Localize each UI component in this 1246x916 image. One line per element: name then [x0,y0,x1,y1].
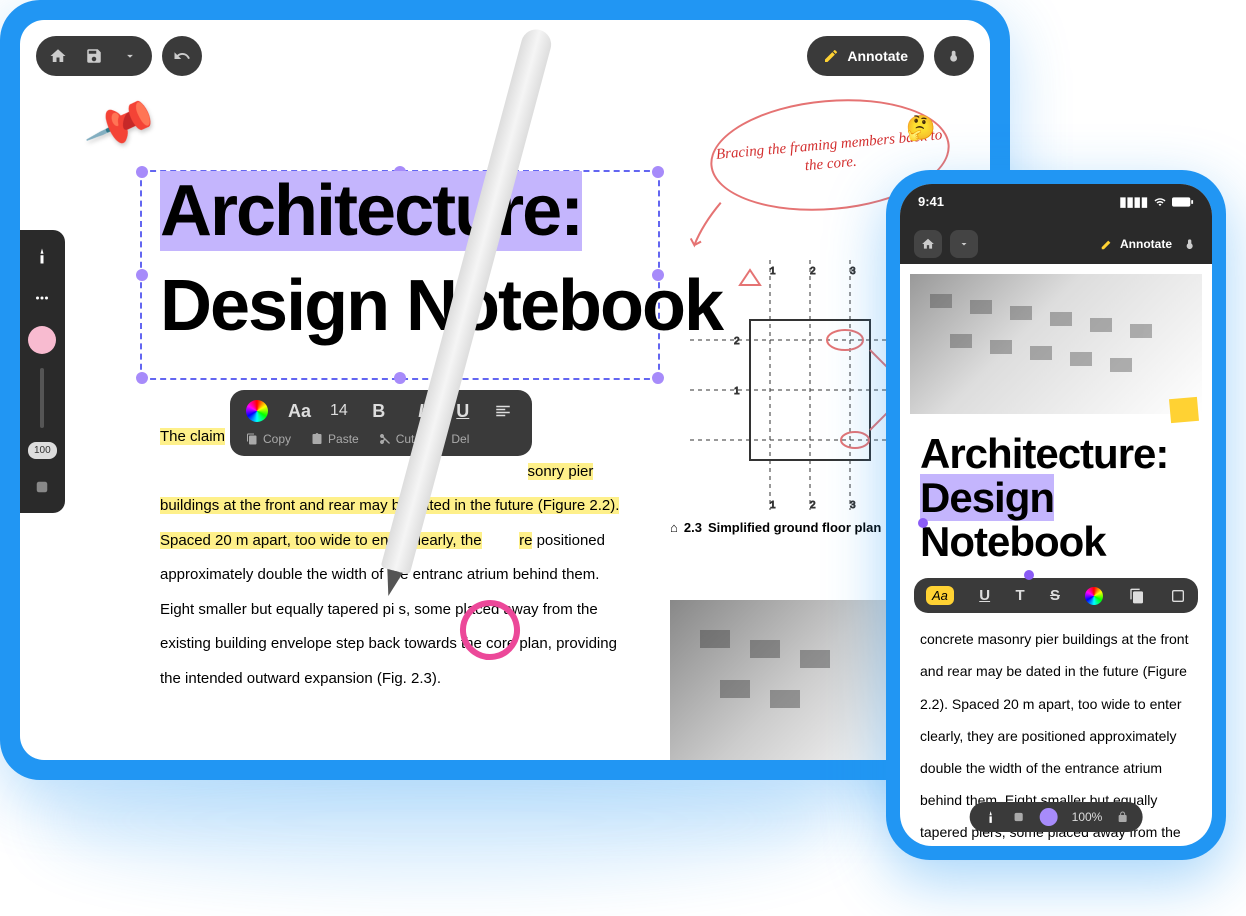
lock-icon[interactable] [1116,811,1128,823]
eraser-tool-icon[interactable] [28,473,56,501]
sticky-note-icon [1169,397,1199,423]
phone-device: 9:41 ▮▮▮▮ [886,170,1226,860]
pen-tool-icon[interactable] [28,242,56,270]
color-picker-icon[interactable] [1085,587,1103,605]
eraser-tool-icon[interactable] [1012,810,1026,824]
document-subtitle[interactable]: Design Notebook [900,476,1212,572]
document-title[interactable]: Architecture: [900,424,1212,476]
status-time: 9:41 [918,194,944,209]
more-icon[interactable] [1170,588,1186,604]
text-button[interactable]: T [1015,587,1024,604]
svg-text:1: 1 [770,500,776,510]
touch-mode-button[interactable] [1182,236,1198,252]
signal-icon: ▮▮▮▮ [1119,194,1148,210]
selection-handle[interactable] [652,166,664,178]
pencil-icon [823,48,839,64]
color-picker-icon[interactable] [246,400,268,422]
wifi-icon [1152,196,1168,208]
phone-format-toolbar: Aa U T S [914,578,1198,613]
nav-pill [36,36,152,76]
selection-handle[interactable] [136,269,148,281]
underline-button[interactable]: U [979,587,990,604]
chevron-down-icon[interactable] [950,230,978,258]
selection-handle[interactable] [136,166,148,178]
selection-handle[interactable] [652,372,664,384]
dots-tool-icon[interactable] [28,284,56,312]
svg-text:3: 3 [850,500,856,510]
zoom-level[interactable]: 100 [28,442,57,459]
bold-button[interactable]: B [368,401,390,422]
svg-text:1: 1 [770,266,776,277]
home-icon[interactable] [914,230,942,258]
pushpin-icon: 📌 [82,86,161,163]
svg-text:1: 1 [734,386,740,397]
font-family-button[interactable]: Aa [288,401,310,422]
align-button[interactable] [494,402,516,420]
phone-toolbar: Annotate [900,224,1212,264]
annotate-button[interactable]: Annotate [1100,237,1172,251]
phone-bottom-toolbar: 100% [970,802,1143,832]
phone-screen: 9:41 ▮▮▮▮ [900,184,1212,846]
purple-color-tool[interactable] [1040,808,1058,826]
tablet-toolbar-left [36,36,202,76]
save-icon[interactable] [82,44,106,68]
svg-text:2: 2 [810,500,816,510]
chevron-down-icon[interactable] [118,44,142,68]
svg-text:3: 3 [850,266,856,277]
pen-tool-rail: 100 [20,230,65,513]
svg-text:2: 2 [734,336,740,347]
zoom-level[interactable]: 100% [1072,810,1103,824]
battery-icon [1172,196,1194,208]
bubble-arrow-icon [685,197,729,250]
tablet-toolbar-right: Annotate [807,36,974,76]
building-photo [910,274,1202,414]
pink-color-tool[interactable] [28,326,56,354]
pencil-icon [1100,237,1114,251]
thinking-emoji-icon: 🤔 [905,113,937,144]
annotate-button[interactable]: Annotate [807,36,924,76]
undo-button[interactable] [162,36,202,76]
strikethrough-button[interactable]: S [1050,587,1060,604]
annotate-label: Annotate [847,48,908,64]
copy-icon[interactable] [1129,588,1145,604]
svg-text:2: 2 [810,266,816,277]
pen-tool-icon[interactable] [984,810,998,824]
home-icon[interactable] [46,44,70,68]
selection-handle[interactable] [136,372,148,384]
font-size-value[interactable]: 14 [330,402,348,420]
rail-divider [40,368,44,428]
home-small-icon: ⌂ [670,520,678,535]
touch-mode-button[interactable] [934,36,974,76]
selection-handle[interactable] [394,372,406,384]
highlight-button[interactable]: Aa [926,586,954,605]
